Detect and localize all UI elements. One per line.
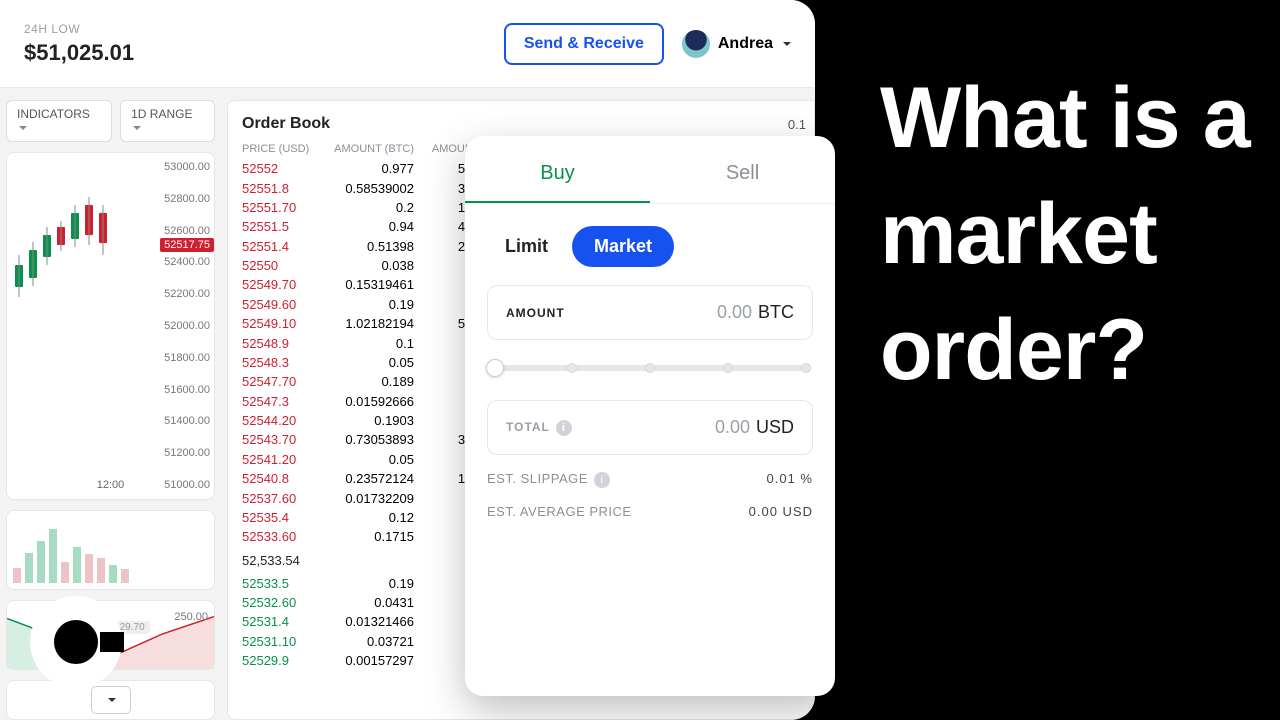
chevron-down-icon	[17, 121, 27, 135]
total-label: TOTAL	[506, 420, 550, 434]
slippage-label: EST. SLIPPAGE	[487, 471, 588, 486]
amount-unit: BTC	[758, 302, 794, 322]
depth-y-label: 250.00	[174, 611, 208, 623]
chart-time-label: 12:00	[97, 479, 125, 491]
avgprice-value: 0.00 USD	[749, 504, 813, 519]
volume-bars	[13, 523, 144, 583]
chart-y-axis: 53000.0052800.0052600.0052400.0052200.00…	[144, 153, 210, 499]
range-dropdown[interactable]: 1D RANGE	[120, 100, 215, 142]
indicators-dropdown[interactable]: INDICATORS	[6, 100, 112, 142]
buy-sell-tabs: Buy Sell	[465, 146, 835, 204]
low-price-block: 24H LOW $51,025.01	[24, 22, 134, 66]
orderbook-step[interactable]: 0.1	[788, 117, 806, 132]
slippage-value: 0.01 %	[767, 471, 813, 488]
total-field[interactable]: TOTAL i 0.00 USD	[487, 400, 813, 455]
low-value: $51,025.01	[24, 40, 134, 66]
order-type-toggle: Limit Market	[487, 226, 813, 267]
avgprice-label: EST. AVERAGE PRICE	[487, 504, 632, 519]
amount-value: 0.00	[717, 302, 752, 322]
last-price-marker: 52517.75	[160, 238, 214, 252]
candlestick-chart[interactable]: 53000.0052800.0052600.0052400.0052200.00…	[6, 152, 215, 500]
chevron-down-icon	[131, 121, 141, 135]
order-type-market[interactable]: Market	[572, 226, 674, 267]
amount-slider[interactable]	[489, 358, 811, 378]
amount-field[interactable]: AMOUNT 0.00 BTC	[487, 285, 813, 340]
send-receive-button[interactable]: Send & Receive	[504, 23, 664, 65]
total-unit: USD	[756, 417, 794, 437]
chevron-down-icon	[781, 35, 791, 53]
user-name: Andrea	[718, 35, 773, 53]
volume-chart[interactable]	[6, 510, 215, 590]
topbar: 24H LOW $51,025.01 Send & Receive Andrea	[0, 0, 815, 88]
chart-bottom-control[interactable]	[6, 680, 215, 720]
chart-chip-row: INDICATORS 1D RANGE	[6, 100, 215, 142]
candles	[13, 165, 143, 325]
amount-label: AMOUNT	[506, 306, 565, 320]
tab-sell[interactable]: Sell	[650, 146, 835, 203]
page-headline: What is a market order?	[880, 60, 1280, 408]
slider-thumb[interactable]	[486, 359, 504, 377]
order-form: Buy Sell Limit Market AMOUNT 0.00 BTC TOT…	[465, 136, 835, 696]
total-value: 0.00	[715, 417, 750, 437]
coinbase-logo-icon	[30, 596, 122, 688]
topbar-right: Send & Receive Andrea	[504, 23, 791, 65]
order-type-limit[interactable]: Limit	[487, 226, 566, 267]
info-icon[interactable]: i	[594, 472, 610, 488]
orderbook-title: Order Book	[242, 115, 330, 133]
info-icon[interactable]: i	[556, 420, 572, 436]
avatar	[682, 30, 710, 58]
user-menu[interactable]: Andrea	[682, 30, 791, 58]
low-label: 24H LOW	[24, 22, 134, 36]
tab-buy[interactable]: Buy	[465, 146, 650, 203]
chevron-down-icon	[91, 686, 131, 714]
